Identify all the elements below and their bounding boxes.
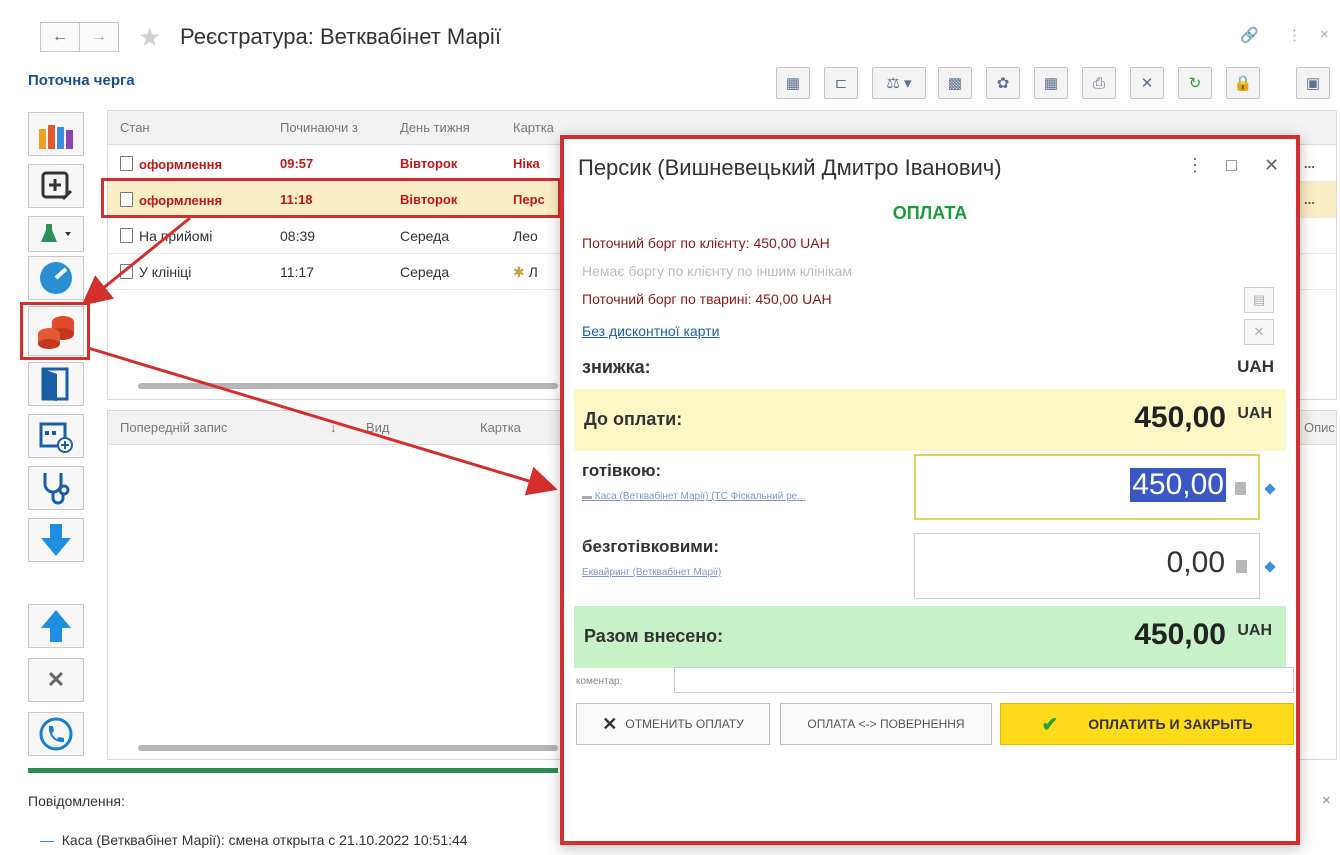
cross-icon: ✕ (602, 713, 618, 734)
checkmark-icon: ✔ (1041, 713, 1059, 736)
calculator-icon[interactable] (1236, 560, 1247, 573)
dialog-close-icon[interactable]: ✕ (1264, 155, 1279, 176)
comment-label: коментар: (576, 676, 623, 687)
to-pay-currency: UAH (1237, 405, 1272, 422)
to-pay-label: До оплати: (584, 409, 683, 429)
other-clinics-debt-text: Немає боргу по клієнту по іншим клінікам (582, 263, 852, 279)
dialog-more-icon[interactable]: ⋮ (1186, 155, 1204, 176)
animal-debt-text: Поточний борг по тварині: 450,00 UAH (582, 291, 832, 307)
total-paid-label: Разом внесено: (584, 626, 724, 646)
list-icon: ▤ (1252, 292, 1266, 307)
dialog-title: Персик (Вишневецький Дмитро Іванович) (578, 155, 1002, 180)
to-pay-amount: 450,00 (1134, 401, 1226, 434)
total-paid-band: Разом внесено: 450,00 UAH (574, 606, 1286, 668)
total-paid-currency: UAH (1237, 622, 1272, 639)
cash-register-icon: ▬ (582, 491, 595, 502)
noncash-label: безготівковими: (582, 537, 719, 556)
clear-discount-button[interactable]: ✕ (1244, 319, 1274, 345)
comment-input[interactable] (674, 667, 1294, 693)
cash-amount-input[interactable]: 450,00 (914, 454, 1260, 520)
cash-options-icon[interactable] (1264, 483, 1276, 495)
close-icon: ✕ (1253, 324, 1265, 339)
noncash-amount-value: 0,00 (1166, 546, 1225, 579)
discount-currency: UAH (1237, 357, 1274, 376)
discount-label: знижка: (582, 357, 651, 377)
cash-amount-value: 450,00 (1130, 468, 1226, 502)
total-paid-amount: 450,00 (1134, 618, 1226, 651)
payment-return-toggle-button[interactable]: ОПЛАТА <-> ПОВЕРНЕННЯ (780, 703, 992, 745)
cash-label: готівкою: (582, 461, 662, 480)
acquiring-link[interactable]: Еквайринг (Ветквабінет Марії) (582, 567, 721, 578)
payment-dialog: Персик (Вишневецький Дмитро Іванович) ⋮ … (560, 135, 1300, 845)
dialog-maximize-icon[interactable]: □ (1226, 155, 1237, 176)
cancel-payment-button[interactable]: ✕ ОТМЕНИТЬ ОПЛАТУ (576, 703, 770, 745)
debt-details-button[interactable]: ▤ (1244, 287, 1274, 313)
noncash-options-icon[interactable] (1264, 561, 1276, 573)
calculator-icon[interactable] (1235, 482, 1246, 495)
to-pay-band: До оплати: 450,00 UAH (574, 389, 1286, 451)
cash-register-link[interactable]: ▬ Каса (Ветквабінет Марії) (ТС Фіскальни… (582, 491, 806, 502)
noncash-amount-input[interactable]: 0,00 (914, 533, 1260, 599)
pay-and-close-button[interactable]: ✔ ОПЛАТИТЬ И ЗАКРЫТЬ (1000, 703, 1294, 745)
discount-card-link[interactable]: Без дисконтної карти (582, 323, 719, 339)
payment-heading: ОПЛАТА (892, 203, 968, 223)
client-debt-text: Поточний борг по клієнту: 450,00 UAH (582, 235, 830, 251)
